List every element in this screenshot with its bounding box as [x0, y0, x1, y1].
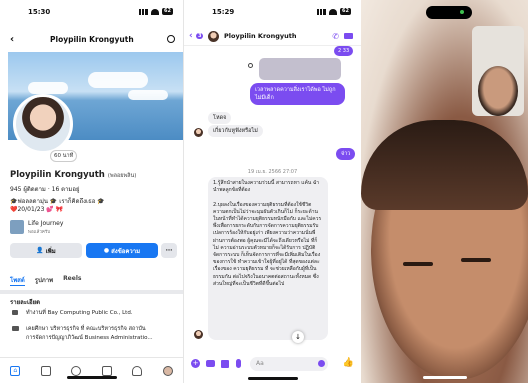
journey-title: Life Journey — [28, 220, 64, 227]
battery-icon: 62 — [340, 8, 351, 15]
header-title: Ploypilin Krongyuth — [50, 34, 134, 44]
follower-stats[interactable]: 945 ผู้ติดตาม · 16 ตามอยู่ — [10, 184, 80, 194]
status-time: 15:30 — [28, 8, 51, 16]
status-bar: 15:29 62 — [184, 8, 361, 20]
header-divider — [184, 45, 361, 46]
back-count-badge: 3 — [196, 33, 204, 39]
profile-alt-name: (พลอยพลิน) — [107, 173, 137, 179]
self-view-pip[interactable] — [472, 26, 524, 116]
wifi-icon — [151, 8, 160, 15]
add-friend-icon: 👤 — [36, 247, 44, 254]
chat-avatar[interactable] — [208, 31, 219, 42]
detail-education-1: เคยศึกษา บริหารธุรกิจ ที่ คณะบริหารธุรกิ… — [26, 326, 146, 332]
eye-right — [461, 258, 491, 262]
gallery-icon[interactable] — [221, 360, 229, 368]
detail-work: ทำงานที่ Bay Computing Public Co., Ltd. — [26, 310, 133, 316]
bottom-nav: ⌂ — [0, 357, 183, 383]
reply-preview[interactable] — [259, 58, 341, 80]
messenger-chat-screen: 15:29 62 ‹ 3 Ploypilin Krongyuth ✆ 2 33 … — [183, 0, 361, 383]
dynamic-island — [426, 6, 472, 19]
profile-tabs: โพสต์ รูปภาพ Reels — [10, 275, 81, 286]
timestamp-divider: 19 เม.ย. 2566 27:07 — [247, 169, 298, 175]
bio-line-1: 🎓ฟอลลดามุ่น 🎓 เราก็คิดถึงเธอ 🎓 — [10, 198, 105, 205]
scroll-down-button[interactable]: ↓ — [292, 331, 304, 343]
chat-title[interactable]: Ploypilin Krongyuth — [224, 32, 297, 40]
pin-icon — [248, 63, 253, 68]
mic-icon[interactable] — [236, 359, 241, 368]
message-time-chip: 2 33 — [334, 46, 354, 56]
sender-avatar — [194, 128, 203, 137]
notifications-icon[interactable] — [132, 365, 143, 376]
message-button[interactable]: ● ส่งข้อความ — [86, 243, 158, 258]
profile-avatar[interactable] — [13, 94, 73, 154]
wifi-icon — [329, 8, 338, 15]
profile-header: ‹ Ploypilin Krongyuth — [0, 30, 183, 48]
outgoing-message-1[interactable]: เวลาพลาดความสิ่งเราได้พอ ไม่ถูก ไม่มีเด็… — [250, 83, 345, 105]
friends-icon[interactable] — [71, 365, 82, 376]
incoming-long-message[interactable]: 1.รู้สึกนำสายในงความร่วมนี้ สามารถหา แค้… — [208, 177, 328, 340]
plus-icon[interactable]: + — [191, 359, 200, 368]
cellular-signal-icon — [317, 8, 327, 15]
marketplace-icon[interactable] — [101, 365, 112, 376]
camera-indicator-icon — [460, 10, 464, 14]
add-friend-button[interactable]: 👤 เพิ่ม — [10, 243, 82, 258]
work-icon — [12, 310, 18, 315]
home-indicator — [422, 376, 467, 379]
education-icon — [12, 326, 19, 331]
outgoing-message-2[interactable]: จ่าว — [336, 148, 356, 160]
battery-icon: 62 — [162, 8, 173, 15]
home-indicator — [247, 377, 298, 380]
self-view-face — [478, 66, 518, 116]
home-icon[interactable]: ⌂ — [10, 365, 21, 376]
status-time: 15:29 — [212, 8, 235, 16]
video-call-screen — [361, 0, 528, 383]
like-icon[interactable]: 👍 — [343, 358, 354, 368]
composer-bar: + Aa 👍 — [184, 355, 361, 373]
back-button[interactable]: ‹ — [189, 31, 193, 41]
bio-line-2: ❤️20/01/23 💕 🎀 — [10, 206, 64, 213]
divider — [0, 290, 183, 294]
details-title: รายละเอียด — [10, 299, 41, 306]
camera-icon[interactable] — [206, 360, 215, 367]
tab-posts[interactable]: โพสต์ — [10, 275, 25, 286]
home-indicator — [66, 376, 117, 379]
more-button[interactable]: ··· — [161, 243, 177, 258]
incoming-message-1[interactable]: โหดจ — [208, 112, 232, 124]
tab-reels[interactable]: Reels — [63, 275, 81, 286]
followers-count[interactable]: 945 ผู้ติดตาม — [10, 186, 46, 193]
incoming-message-2[interactable]: เกี่ยวกับหูฟังหรือไม่ — [208, 125, 263, 137]
back-chevron-icon[interactable]: ‹ — [10, 34, 14, 45]
emoji-icon[interactable] — [318, 360, 325, 367]
phone-call-icon[interactable]: ✆ — [332, 32, 339, 41]
video-icon[interactable] — [40, 365, 51, 376]
menu-avatar-icon[interactable] — [162, 365, 173, 376]
cellular-signal-icon — [139, 8, 149, 15]
profile-name: Ploypilin Krongyuth (พลอยพลิน) — [10, 170, 136, 180]
search-icon[interactable] — [167, 35, 175, 43]
journey-subtitle: พอแล้วครับ — [28, 230, 51, 235]
message-input[interactable]: Aa — [250, 357, 328, 371]
facebook-profile-screen: 15:30 62 ‹ Ploypilin Krongyuth 60 นาที P… — [0, 0, 183, 383]
sender-avatar-2 — [194, 330, 203, 339]
eye-left — [403, 262, 433, 266]
chat-header: ‹ 3 Ploypilin Krongyuth ✆ — [184, 28, 361, 44]
journey-thumbnail — [10, 220, 24, 234]
video-call-icon[interactable] — [344, 33, 353, 39]
following-count[interactable]: · 16 ตามอยู่ — [48, 186, 80, 193]
status-bar: 15:30 62 — [0, 8, 183, 20]
messenger-icon: ● — [103, 247, 110, 254]
life-journey-card[interactable]: Life Journey พอแล้วครับ — [10, 218, 70, 238]
story-badge: 60 นาที — [50, 150, 78, 162]
profile-name-text: Ploypilin Krongyuth — [10, 170, 105, 180]
detail-education-2: การจัดการปัญญาภิวัฒน์ Business Administr… — [26, 335, 153, 341]
tab-photos[interactable]: รูปภาพ — [35, 275, 53, 286]
